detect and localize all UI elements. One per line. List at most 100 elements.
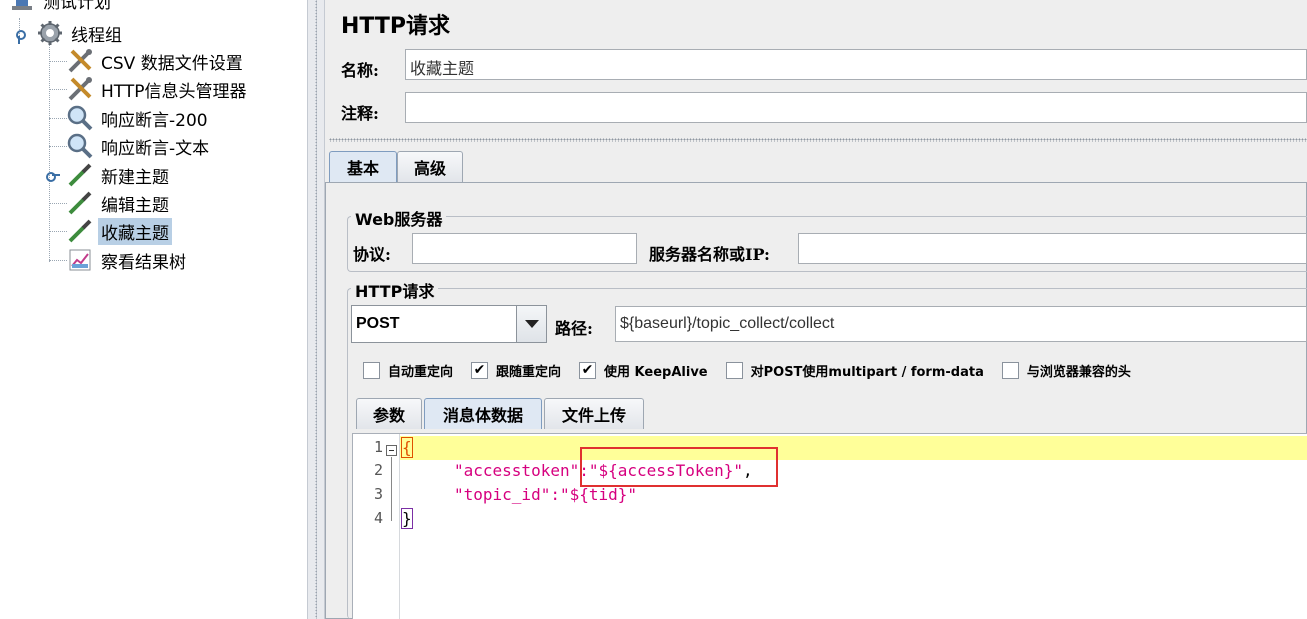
json-key: "topic_id" <box>454 485 551 504</box>
options-checkbox-row: 自动重定向 ✔ 跟随重定向 ✔ 使用 KeepAlive 对POST使用mult… <box>363 360 1149 380</box>
tree-connector <box>49 260 67 261</box>
tab-parameters[interactable]: 参数 <box>356 398 422 429</box>
multipart-checkbox[interactable]: 对POST使用multipart / form-data <box>725 361 984 380</box>
tree-item-new-topic[interactable]: 新建主题 <box>66 161 172 189</box>
tree-item-label: 收藏主题 <box>98 217 172 245</box>
tree-item-csv-data-set[interactable]: CSV 数据文件设置 <box>66 47 246 75</box>
server-name-field[interactable] <box>798 233 1307 264</box>
line-number: 3 <box>373 485 383 503</box>
tree-connector <box>49 61 67 62</box>
sampler-pipette-icon <box>66 189 94 217</box>
tree-item-view-results-tree[interactable]: 察看结果树 <box>66 246 189 274</box>
code-line-4: } <box>401 508 413 529</box>
gear-icon <box>36 19 64 47</box>
name-label: 名称: <box>341 61 379 80</box>
line-number: 2 <box>373 461 383 479</box>
tree-connector <box>49 231 67 232</box>
fold-guide <box>391 457 392 521</box>
line-number: 4 <box>373 509 383 527</box>
protocol-field[interactable] <box>412 233 637 264</box>
tools-icon <box>66 47 94 75</box>
comment-label: 注释: <box>341 104 379 123</box>
tab-body-data[interactable]: 消息体数据 <box>424 398 542 429</box>
keepalive-checkbox[interactable]: ✔ 使用 KeepAlive <box>579 361 708 380</box>
tab-basic[interactable]: 基本 <box>329 151 397 182</box>
checkbox-box[interactable] <box>1001 361 1019 379</box>
protocol-label: 协议: <box>353 245 391 264</box>
comment-field[interactable] <box>405 92 1307 123</box>
test-plan-tree: 测试计划 线程组 CSV 数据文件设置 HTTP信息头管理器 响应断言-200 <box>0 0 307 619</box>
checkbox-box[interactable]: ✔ <box>579 361 597 379</box>
line-number-gutter: 1 2 3 4 <box>353 434 400 619</box>
close-brace: } <box>401 508 413 529</box>
magnifier-icon <box>66 132 94 160</box>
results-chart-icon <box>66 246 94 274</box>
json-colon: : <box>579 461 589 480</box>
tree-item-label: 测试计划 <box>43 0 111 13</box>
tree-connector <box>49 44 50 262</box>
tree-connector <box>49 146 67 147</box>
tree-connector <box>49 89 67 90</box>
checkbox-label: 对POST使用multipart / form-data <box>750 364 984 380</box>
method-value: POST <box>356 315 400 332</box>
tab-file-upload[interactable]: 文件上传 <box>544 398 644 429</box>
json-comma: , <box>743 461 753 480</box>
tab-advanced[interactable]: 高级 <box>397 151 463 182</box>
split-pane-divider[interactable] <box>307 0 325 619</box>
panel-separator <box>329 138 1307 142</box>
name-field[interactable]: 收藏主题 <box>405 49 1307 80</box>
magnifier-icon <box>66 104 94 132</box>
checkbox-label: 与浏览器兼容的头 <box>1026 364 1131 380</box>
tree-item-header-manager[interactable]: HTTP信息头管理器 <box>66 75 250 103</box>
expand-handle[interactable] <box>13 27 26 44</box>
tree-item-test-plan[interactable]: 测试计划 <box>8 0 114 14</box>
browser-compatible-headers-checkbox[interactable]: 与浏览器兼容的头 <box>1001 361 1131 380</box>
sampler-pipette-icon <box>66 161 94 189</box>
tree-item-label: 响应断言-200 <box>101 110 208 131</box>
tree-item-label: 线程组 <box>71 25 122 46</box>
json-value: "${accessToken}" <box>588 461 743 480</box>
checkbox-box[interactable] <box>363 361 380 379</box>
tree-item-assertion-200[interactable]: 响应断言-200 <box>66 104 211 132</box>
method-select[interactable]: POST <box>351 305 547 343</box>
code-line-3: "topic_id":"${tid}" <box>454 485 637 504</box>
http-request-group-title: HTTP请求 <box>351 278 439 302</box>
test-plan-icon <box>8 0 36 14</box>
checkbox-label: 跟随重定向 <box>496 364 562 380</box>
tree-item-label: 响应断言-文本 <box>101 138 210 159</box>
json-colon: : <box>550 485 560 504</box>
server-name-label: 服务器名称或IP: <box>649 245 770 264</box>
checkbox-label: 使用 KeepAlive <box>604 364 708 380</box>
checkbox-label: 自动重定向 <box>388 364 454 380</box>
tree-item-assertion-text[interactable]: 响应断言-文本 <box>66 132 212 160</box>
tree-item-label: HTTP信息头管理器 <box>101 81 247 102</box>
tools-icon <box>66 75 94 103</box>
path-field[interactable]: ${baseurl}/topic_collect/collect <box>615 306 1307 342</box>
auto-redirect-checkbox[interactable]: 自动重定向 <box>363 361 453 380</box>
chevron-down-icon[interactable] <box>516 306 546 342</box>
checkbox-box[interactable]: ✔ <box>471 361 489 379</box>
tree-item-label: CSV 数据文件设置 <box>101 53 243 74</box>
path-label: 路径: <box>555 319 593 338</box>
sampler-pipette-icon <box>66 217 94 245</box>
tree-item-label: 察看结果树 <box>101 252 186 273</box>
checkbox-box[interactable] <box>725 361 743 379</box>
json-key: "accesstoken" <box>454 461 580 480</box>
follow-redirect-checkbox[interactable]: ✔ 跟随重定向 <box>471 361 561 380</box>
line-number: 1 <box>373 438 383 456</box>
tree-item-edit-topic[interactable]: 编辑主题 <box>66 189 172 217</box>
code-line-1: { <box>401 437 413 458</box>
expand-handle[interactable] <box>43 169 60 182</box>
web-server-group-title: Web服务器 <box>351 206 447 230</box>
tree-connector <box>49 118 67 119</box>
json-value: "${tid}" <box>559 485 638 504</box>
current-line-highlight <box>400 436 1307 460</box>
code-line-2: "accesstoken":"${accessToken}", <box>454 461 753 480</box>
tree-item-collect-topic[interactable]: 收藏主题 <box>66 217 172 245</box>
tree-item-thread-group[interactable]: 线程组 <box>36 19 125 47</box>
page-title: HTTP请求 <box>341 14 451 39</box>
open-brace: { <box>401 437 413 458</box>
tree-item-label: 编辑主题 <box>101 195 169 216</box>
fold-toggle-icon[interactable] <box>386 445 397 456</box>
body-data-editor[interactable]: 1 2 3 4 { "accesstoken":"${accessToken}"… <box>352 433 1307 619</box>
